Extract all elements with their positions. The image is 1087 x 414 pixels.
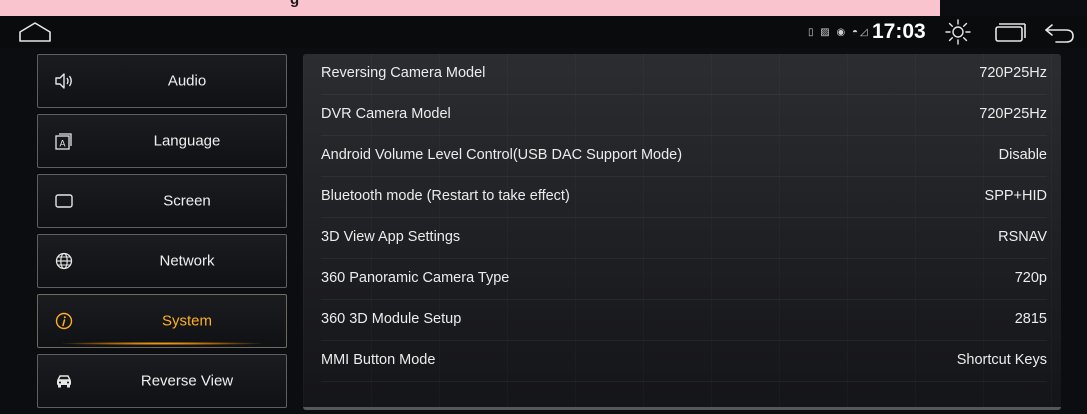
setting-label: Reversing Camera Model xyxy=(321,65,486,81)
sidebar-item-label: Screen xyxy=(163,192,211,210)
top-banner: g xyxy=(0,0,940,16)
setting-label: MMI Button Mode xyxy=(321,352,436,368)
home-button[interactable] xyxy=(18,21,52,43)
setting-value: 2815 xyxy=(1014,311,1047,327)
clock: 17:03 xyxy=(872,20,926,43)
recents-button[interactable] xyxy=(993,22,1029,44)
setting-value: RSNAV xyxy=(998,229,1047,245)
sidebar-item-screen[interactable]: Screen xyxy=(37,174,287,228)
setting-android-volume-control[interactable]: Android Volume Level Control(USB DAC Sup… xyxy=(321,136,1047,177)
recents-icon xyxy=(995,23,1026,42)
setting-label: Bluetooth mode (Restart to take effect) xyxy=(321,188,570,204)
sun-icon xyxy=(945,19,971,45)
sidebar-item-audio[interactable]: Audio xyxy=(37,54,287,108)
back-button[interactable] xyxy=(1042,21,1076,45)
settings-sidebar: Audio A Language Screen Network System R… xyxy=(37,54,287,414)
setting-label: Android Volume Level Control(USB DAC Sup… xyxy=(321,147,683,163)
status-icons: ▯ ▨ ◉ ◓◿ xyxy=(808,27,870,38)
home-icon xyxy=(19,22,51,42)
setting-label: DVR Camera Model xyxy=(321,106,451,122)
globe-icon xyxy=(54,251,74,271)
setting-value: SPP+HID xyxy=(984,188,1047,204)
speaker-icon xyxy=(54,71,74,91)
setting-360-3d-module[interactable]: 360 3D Module Setup 2815 xyxy=(321,300,1047,341)
setting-value: 720p xyxy=(1014,270,1047,286)
sidebar-item-language[interactable]: A Language xyxy=(37,114,287,168)
banner-text: g xyxy=(290,0,299,7)
brightness-button[interactable] xyxy=(944,18,972,46)
sidebar-item-system[interactable]: System xyxy=(37,294,287,348)
status-bar: ▯ ▨ ◉ ◓◿ 17:03 xyxy=(0,16,1087,48)
setting-360-camera-type[interactable]: 360 Panoramic Camera Type 720p xyxy=(321,259,1047,300)
setting-label: 360 3D Module Setup xyxy=(321,311,462,327)
setting-value: Shortcut Keys xyxy=(956,352,1047,368)
setting-label: 3D View App Settings xyxy=(321,229,461,245)
setting-dvr-camera-model[interactable]: DVR Camera Model 720P25Hz xyxy=(321,95,1047,136)
setting-3d-view-app[interactable]: 3D View App Settings RSNAV xyxy=(321,218,1047,259)
setting-value: Disable xyxy=(998,147,1047,163)
sidebar-item-label: Language xyxy=(153,132,221,150)
sidebar-item-label: Reverse View xyxy=(140,372,234,390)
language-icon: A xyxy=(54,131,74,151)
car-icon xyxy=(54,371,74,391)
sidebar-item-label: Audio xyxy=(167,72,207,90)
active-indicator xyxy=(63,342,261,345)
sidebar-item-label: Network xyxy=(159,252,215,270)
svg-text:A: A xyxy=(59,139,65,149)
setting-reversing-camera-model[interactable]: Reversing Camera Model 720P25Hz xyxy=(321,54,1047,95)
setting-label: 360 Panoramic Camera Type xyxy=(321,270,510,286)
setting-value: 720P25Hz xyxy=(979,65,1047,81)
back-icon xyxy=(1045,24,1074,43)
screen-icon xyxy=(54,191,74,211)
setting-value: 720P25Hz xyxy=(979,106,1047,122)
sidebar-item-reverse-view[interactable]: Reverse View xyxy=(37,354,287,408)
setting-bluetooth-mode[interactable]: Bluetooth mode (Restart to take effect) … xyxy=(321,177,1047,218)
info-icon xyxy=(54,311,74,331)
settings-panel: Reversing Camera Model 720P25Hz DVR Came… xyxy=(303,54,1061,410)
setting-mmi-button-mode[interactable]: MMI Button Mode Shortcut Keys xyxy=(321,341,1047,382)
sidebar-item-network[interactable]: Network xyxy=(37,234,287,288)
sidebar-item-label: System xyxy=(161,312,212,330)
